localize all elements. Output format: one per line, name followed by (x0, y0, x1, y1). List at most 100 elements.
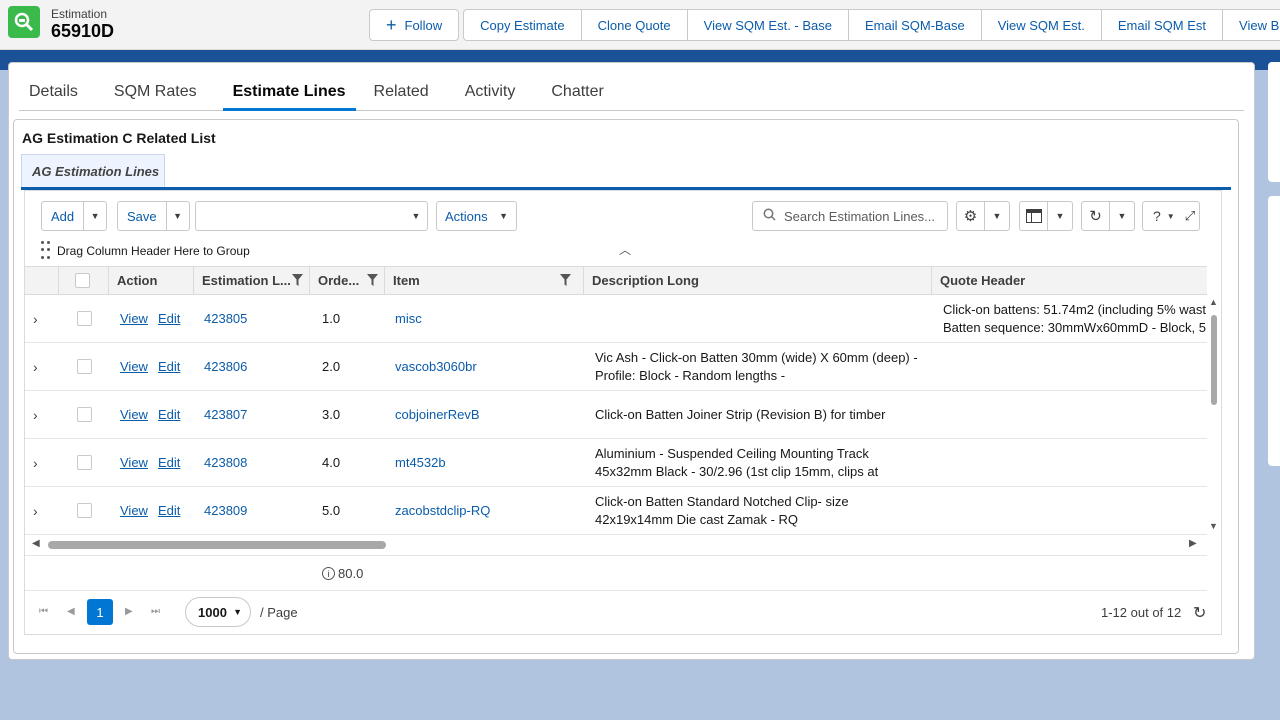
chevron-down-icon[interactable]: ▼ (167, 202, 189, 230)
vertical-scrollbar[interactable]: ▲ ▼ (1209, 295, 1221, 535)
layout-menu-button[interactable]: ▼ (1019, 201, 1073, 231)
edit-link[interactable]: Edit (158, 311, 180, 326)
item-link[interactable]: vascob3060br (393, 359, 477, 374)
tab-estimate-lines[interactable]: Estimate Lines (222, 71, 356, 111)
prev-page-icon[interactable]: ◀ (67, 606, 75, 617)
table-row[interactable]: › View Edit 423809 5.0 zacobstdclip-RQ Cl… (25, 487, 1207, 535)
row-checkbox[interactable] (77, 359, 92, 374)
view-boq-button[interactable]: View BOQ (1222, 9, 1280, 41)
related-list-title: AG Estimation C Related List (22, 130, 216, 146)
vertical-scroll-thumb[interactable] (1211, 315, 1217, 405)
horizontal-scrollbar[interactable]: ◀ ▶ (25, 535, 1207, 555)
item-cell: cobjoinerRevB (385, 391, 584, 438)
estimation-line-value[interactable]: 423807 (202, 407, 247, 422)
email-sqm-base-button[interactable]: Email SQM-Base (848, 9, 982, 41)
expand-row-icon[interactable]: › (25, 439, 59, 486)
order-cell: 1.0 (310, 295, 385, 342)
item-link[interactable]: cobjoinerRevB (393, 407, 480, 422)
scroll-up-icon[interactable]: ▲ (1209, 297, 1218, 307)
row-checkbox[interactable] (77, 503, 92, 518)
actions-menu-button[interactable]: Actions ▼ (436, 201, 517, 231)
row-checkbox-cell (59, 487, 109, 534)
next-page-icon[interactable]: ▶ (125, 606, 133, 617)
edit-link[interactable]: Edit (158, 455, 180, 470)
tab-chatter[interactable]: Chatter (541, 71, 621, 111)
current-page-button[interactable]: 1 (87, 599, 113, 625)
edit-link[interactable]: Edit (158, 407, 180, 422)
column-action[interactable]: Action (109, 267, 194, 294)
edit-link[interactable]: Edit (158, 359, 180, 374)
table-row[interactable]: › View Edit 423807 3.0 cobjoinerRevB Clic… (25, 391, 1207, 439)
column-item[interactable]: Item (385, 267, 584, 294)
row-actions: View Edit (109, 391, 194, 438)
chevron-down-icon: ▼ (992, 211, 1002, 221)
tab-activity[interactable]: Activity (455, 71, 534, 111)
view-link[interactable]: View (120, 311, 148, 326)
estimation-line-value[interactable]: 423806 (202, 359, 247, 374)
expand-icon[interactable]: ⤢ (1185, 208, 1195, 224)
column-estimation-line[interactable]: Estimation L... (194, 267, 310, 294)
chevron-down-icon[interactable]: ▼ (84, 202, 106, 230)
page-size-select[interactable]: 1000 ▼ (185, 597, 251, 627)
email-sqm-est-button[interactable]: Email SQM Est (1100, 9, 1224, 41)
help-menu-button[interactable]: ? ▼ ⤢ (1142, 201, 1200, 231)
first-page-icon[interactable]: ⏮ (39, 606, 48, 617)
view-link[interactable]: View (120, 455, 148, 470)
tab-details[interactable]: Details (19, 71, 96, 111)
scroll-down-icon[interactable]: ▼ (1209, 521, 1218, 531)
column-order[interactable]: Orde... (310, 267, 385, 294)
column-description-long[interactable]: Description Long (584, 267, 932, 294)
add-button[interactable]: Add ▼ (41, 201, 108, 231)
tab-sqm-rates[interactable]: SQM Rates (104, 71, 215, 111)
estimation-line-value[interactable]: 423808 (202, 455, 247, 470)
table-row[interactable]: › View Edit 423806 2.0 vascob3060br Vic A… (25, 343, 1207, 391)
estimation-line-value[interactable]: 423805 (202, 311, 247, 326)
follow-button[interactable]: + Follow (369, 9, 460, 41)
edit-link[interactable]: Edit (158, 503, 180, 518)
view-sqm-est-base-button[interactable]: View SQM Est. - Base (686, 9, 849, 41)
view-link[interactable]: View (120, 407, 148, 422)
filter-icon[interactable] (292, 274, 303, 289)
horizontal-scroll-thumb[interactable] (48, 541, 386, 549)
item-link[interactable]: zacobstdclip-RQ (393, 503, 490, 518)
filter-icon[interactable] (560, 274, 571, 289)
view-link[interactable]: View (120, 359, 148, 374)
row-checkbox[interactable] (77, 407, 92, 422)
quote-header-cell (932, 343, 1207, 390)
subtab-ag-estimation-lines[interactable]: AG Estimation Lines (21, 154, 165, 187)
copy-estimate-button[interactable]: Copy Estimate (463, 9, 582, 41)
view-select[interactable]: ▼ (195, 201, 428, 231)
row-checkbox[interactable] (77, 311, 92, 326)
column-quote-header[interactable]: Quote Header (932, 267, 1207, 294)
refresh-menu-button[interactable]: ↻ ▼ (1081, 201, 1135, 231)
scroll-left-icon[interactable]: ◀ (32, 538, 40, 549)
expand-row-icon[interactable]: › (25, 343, 59, 390)
item-link[interactable]: misc (393, 311, 422, 326)
save-button[interactable]: Save ▼ (117, 201, 190, 231)
table-row[interactable]: › View Edit 423808 4.0 mt4532b Aluminium … (25, 439, 1207, 487)
filter-icon[interactable] (367, 274, 378, 289)
refresh-icon[interactable]: ↻ (1193, 603, 1206, 623)
item-link[interactable]: mt4532b (393, 455, 446, 470)
estimation-line-value[interactable]: 423809 (202, 503, 247, 518)
expand-row-icon[interactable]: › (25, 391, 59, 438)
chevron-up-icon[interactable]: ︿ (619, 241, 631, 258)
table-row[interactable]: › View Edit 423805 1.0 misc Click-on batt… (25, 295, 1207, 343)
expand-row-icon[interactable]: › (25, 487, 59, 534)
side-panel-edge-2 (1268, 196, 1280, 466)
settings-menu-button[interactable]: ⚙ ▼ (956, 201, 1010, 231)
main-card: Details SQM Rates Estimate Lines Related… (8, 62, 1255, 660)
tab-related[interactable]: Related (364, 71, 447, 111)
column-select-all[interactable] (59, 267, 109, 294)
select-all-checkbox[interactable] (75, 273, 90, 288)
add-label: Add (42, 202, 85, 230)
last-page-icon[interactable]: ⏭ (151, 606, 160, 617)
expand-row-icon[interactable]: › (25, 295, 59, 342)
scroll-right-icon[interactable]: ▶ (1189, 538, 1197, 549)
row-checkbox[interactable] (77, 455, 92, 470)
search-input[interactable]: Search Estimation Lines... (752, 201, 948, 231)
view-link[interactable]: View (120, 503, 148, 518)
clone-quote-button[interactable]: Clone Quote (580, 9, 688, 41)
view-sqm-est-button[interactable]: View SQM Est. (980, 9, 1102, 41)
row-checkbox-cell (59, 391, 109, 438)
